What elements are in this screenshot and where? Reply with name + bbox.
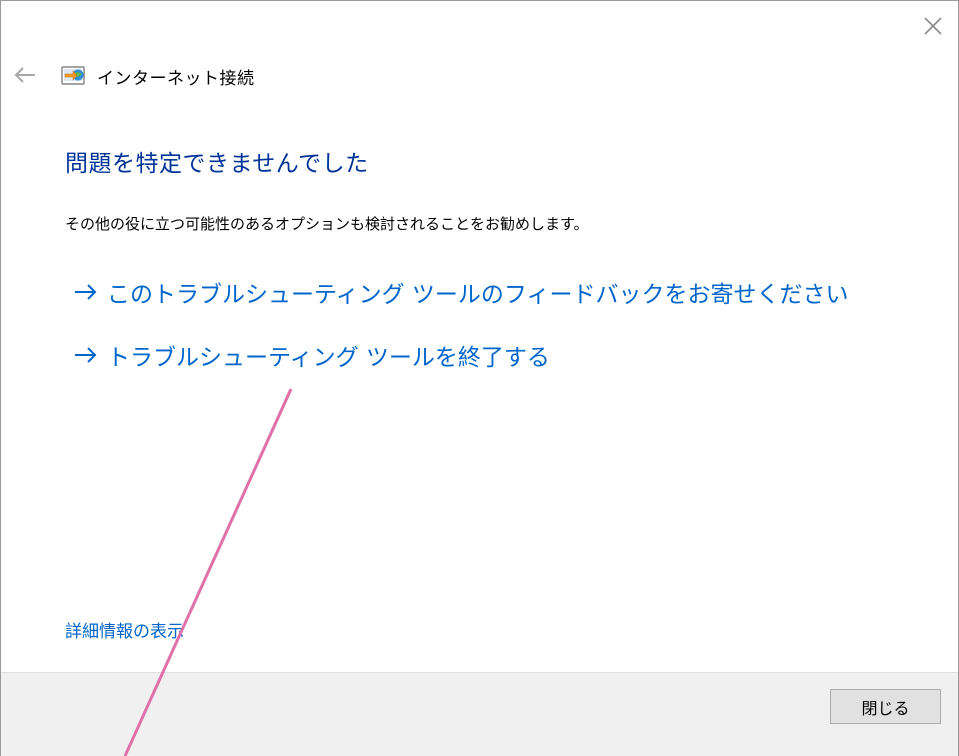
arrow-right-icon [73,345,99,365]
exit-troubleshooter-option-link[interactable]: トラブルシューティング ツールを終了する [73,338,550,372]
troubleshooter-window: インターネット接続 問題を特定できませんでした その他の役に立つ可能性のあるオプ… [0,0,959,756]
page-description: その他の役に立つ可能性のあるオプションも検討されることをお勧めします。 [65,215,589,233]
feedback-option-link[interactable]: このトラブルシューティング ツールのフィードバックをお寄せください [73,275,848,309]
network-connection-icon [61,65,87,87]
back-arrow-icon [14,67,35,83]
exit-option-label: トラブルシューティング ツールを終了する [107,345,550,371]
dialog-footer: 閉じる [1,672,958,756]
page-heading: 問題を特定できませんでした [65,151,369,177]
view-details-link[interactable]: 詳細情報の表示 [65,617,184,642]
window-title-row: インターネット接続 [61,63,255,89]
feedback-option-label: このトラブルシューティング ツールのフィードバックをお寄せください [107,282,849,308]
window-close-button[interactable] [920,13,946,39]
window-title: インターネット接続 [97,68,255,89]
arrow-right-icon [73,282,99,302]
close-icon [924,17,942,35]
back-button[interactable] [11,63,39,87]
close-button[interactable]: 閉じる [830,689,941,724]
